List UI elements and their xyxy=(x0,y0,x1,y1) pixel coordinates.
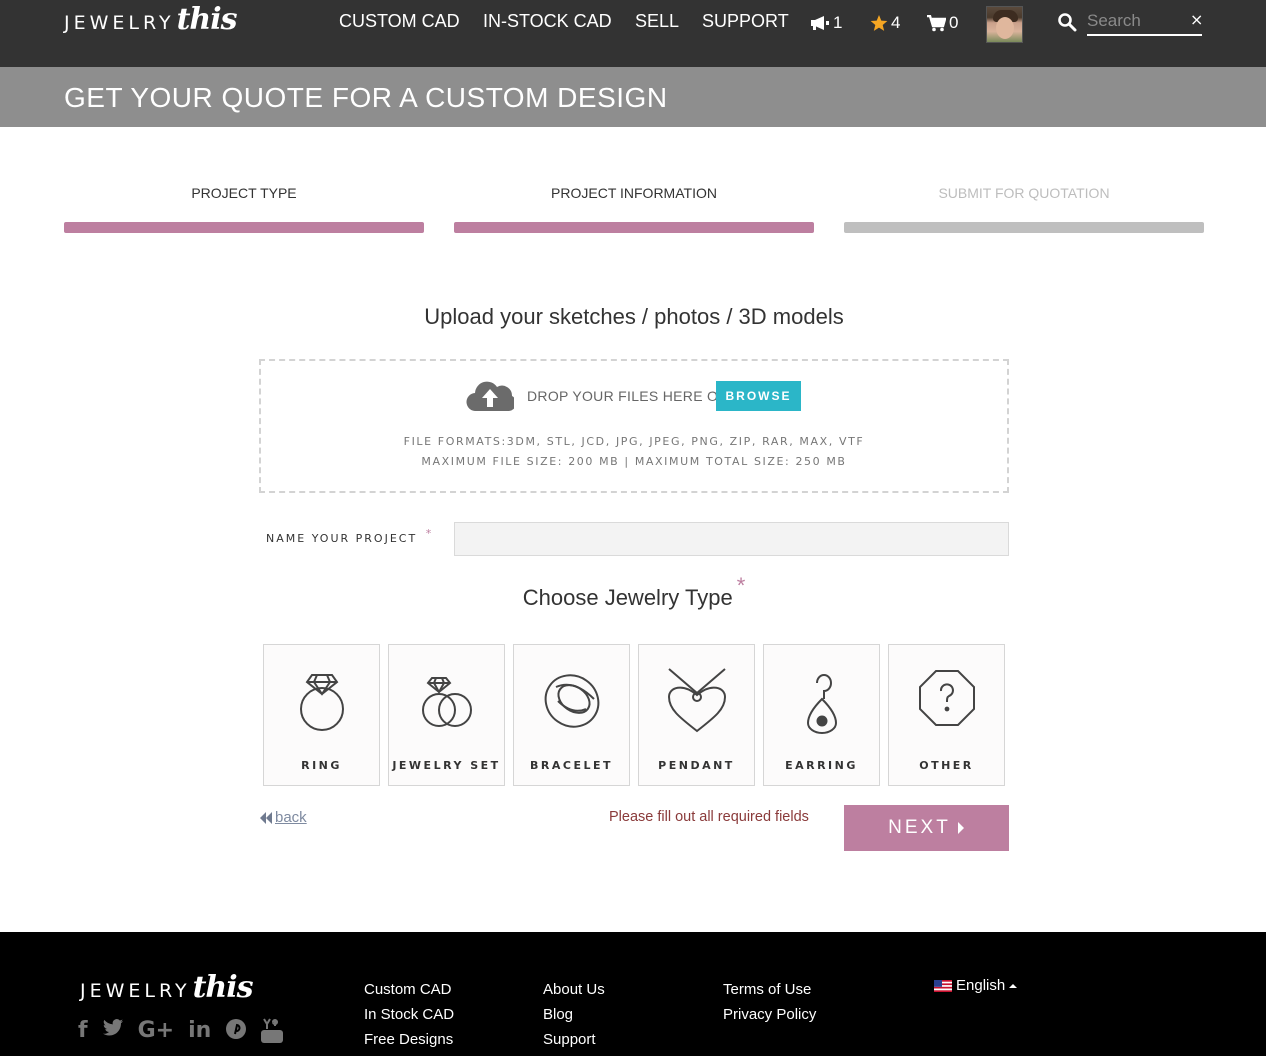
step-progress-bar xyxy=(844,222,1204,233)
option-label: EARRING xyxy=(785,759,858,772)
jewelry-set-icon xyxy=(422,677,472,727)
caret-right-icon xyxy=(957,822,964,834)
footer-link[interactable]: Support xyxy=(543,1027,605,1052)
top-navbar: JEWELRY this CUSTOM CAD IN-STOCK CAD SEL… xyxy=(0,0,1266,67)
step-progress-bar xyxy=(454,222,814,233)
file-dropzone[interactable]: DROP YOUR FILES HERE OR BROWSE FILE FORM… xyxy=(259,359,1009,493)
option-label: BRACELET xyxy=(530,759,613,772)
required-asterisk: * xyxy=(736,573,746,598)
footer-column-products: Custom CAD In Stock CAD Free Designs xyxy=(364,977,454,1052)
title-band: GET YOUR QUOTE FOR A CUSTOM DESIGN xyxy=(0,67,1266,127)
option-label: OTHER xyxy=(919,759,974,772)
back-label: back xyxy=(275,809,307,826)
required-asterisk: * xyxy=(425,527,434,540)
logo-word: JEWELRY xyxy=(64,12,175,34)
cart-icon xyxy=(927,14,946,31)
bracelet-icon xyxy=(544,674,600,728)
notifications-button[interactable]: 1 xyxy=(810,12,842,34)
jewelry-option-earring[interactable]: EARRING xyxy=(763,644,880,786)
nav-sell[interactable]: SELL xyxy=(635,11,679,35)
footer-link[interactable]: Custom CAD xyxy=(364,977,454,1002)
drop-files-text: DROP YOUR FILES HERE OR xyxy=(527,388,729,404)
project-name-label-text: NAME YOUR PROJECT xyxy=(266,532,418,545)
logo-word: JEWELRY xyxy=(80,980,191,1002)
step-project-type[interactable]: PROJECT TYPE xyxy=(64,185,424,233)
question-octagon-icon xyxy=(919,670,975,726)
google-plus-icon[interactable]: G+ xyxy=(138,1018,175,1044)
caret-up-icon xyxy=(1009,983,1018,988)
search-icon[interactable] xyxy=(1057,12,1077,32)
jewelry-option-pendant[interactable]: PENDANT xyxy=(638,644,755,786)
project-name-input[interactable] xyxy=(454,522,1009,556)
double-chevron-left-icon xyxy=(260,811,272,824)
footer-logo[interactable]: JEWELRY this xyxy=(80,970,254,1005)
user-avatar[interactable] xyxy=(986,6,1023,43)
step-progress-bar xyxy=(64,222,424,233)
logo-script: this xyxy=(192,970,254,1005)
youtube-icon[interactable] xyxy=(261,1018,284,1044)
back-link[interactable]: back xyxy=(259,809,307,826)
file-formats-text: FILE FORMATS:3DM, STL, JCD, JPG, JPEG, P… xyxy=(403,435,865,448)
step-label: SUBMIT FOR QUOTATION xyxy=(938,185,1110,201)
jewelry-option-jewelry-set[interactable]: JEWELRY SET xyxy=(388,644,505,786)
footer-column-company: About Us Blog Support xyxy=(543,977,605,1052)
cart-button[interactable]: 0 xyxy=(927,12,958,34)
notifications-count: 1 xyxy=(833,13,843,32)
site-footer: JEWELRY this f G+ in Custom CAD In Stock… xyxy=(0,932,1266,1056)
step-submit-for-quotation: SUBMIT FOR QUOTATION xyxy=(844,185,1204,233)
language-selector[interactable]: English xyxy=(934,977,1018,994)
jewelry-option-ring[interactable]: RING xyxy=(263,644,380,786)
twitter-icon[interactable] xyxy=(102,1018,124,1038)
star-icon xyxy=(870,14,888,31)
option-label: JEWELRY SET xyxy=(392,759,501,772)
option-label: PENDANT xyxy=(658,759,735,772)
footer-link[interactable]: About Us xyxy=(543,977,605,1002)
us-flag-icon xyxy=(934,979,952,992)
pinterest-icon[interactable] xyxy=(225,1018,247,1040)
cloud-upload-icon xyxy=(466,381,514,412)
language-label: English xyxy=(956,977,1006,994)
footer-column-legal: Terms of Use Privacy Policy xyxy=(723,977,816,1027)
facebook-icon[interactable]: f xyxy=(78,1018,88,1044)
ring-icon xyxy=(300,674,344,731)
footer-link[interactable]: In Stock CAD xyxy=(364,1002,454,1027)
footer-link[interactable]: Terms of Use xyxy=(723,977,816,1002)
page-title: GET YOUR QUOTE FOR A CUSTOM DESIGN xyxy=(64,82,668,113)
avatar-face xyxy=(996,17,1014,39)
cart-count: 0 xyxy=(949,13,959,32)
file-size-limits-text: MAXIMUM FILE SIZE: 200 MB | MAXIMUM TOTA… xyxy=(421,455,847,468)
site-logo[interactable]: JEWELRY this xyxy=(64,2,238,37)
step-label: PROJECT TYPE xyxy=(191,185,297,201)
next-label: NEXT xyxy=(888,817,951,838)
required-fields-warning: Please fill out all required fields xyxy=(609,809,809,825)
footer-link[interactable]: Blog xyxy=(543,1002,605,1027)
footer-link[interactable]: Privacy Policy xyxy=(723,1002,816,1027)
search-input[interactable] xyxy=(1087,8,1202,36)
step-label: PROJECT INFORMATION xyxy=(551,185,717,201)
jewelry-type-title-text: Choose Jewelry Type xyxy=(522,585,733,610)
upload-title: Upload your sketches / photos / 3D model… xyxy=(424,304,844,329)
search-clear-icon[interactable]: × xyxy=(1190,10,1203,29)
linkedin-icon[interactable]: in xyxy=(188,1018,211,1044)
earring-icon xyxy=(806,674,838,734)
step-project-information[interactable]: PROJECT INFORMATION xyxy=(454,185,814,233)
nav-in-stock-cad[interactable]: IN-STOCK CAD xyxy=(483,11,612,35)
browse-button[interactable]: BROWSE xyxy=(716,381,801,411)
project-name-label: NAME YOUR PROJECT * xyxy=(266,527,433,545)
megaphone-icon xyxy=(811,16,829,30)
jewelry-type-title: Choose Jewelry Type * xyxy=(259,573,1009,611)
favorites-count: 4 xyxy=(891,13,901,32)
jewelry-option-bracelet[interactable]: BRACELET xyxy=(513,644,630,786)
nav-custom-cad[interactable]: CUSTOM CAD xyxy=(339,11,460,35)
footer-link[interactable]: Free Designs xyxy=(364,1027,454,1052)
logo-script: this xyxy=(176,2,238,37)
social-links: f G+ in xyxy=(78,1018,284,1044)
next-button[interactable]: NEXT xyxy=(844,805,1009,851)
jewelry-option-other[interactable]: OTHER xyxy=(888,644,1005,786)
option-label: RING xyxy=(301,759,342,772)
pendant-icon xyxy=(667,668,727,733)
favorites-button[interactable]: 4 xyxy=(870,12,900,34)
nav-support[interactable]: SUPPORT xyxy=(702,11,789,35)
